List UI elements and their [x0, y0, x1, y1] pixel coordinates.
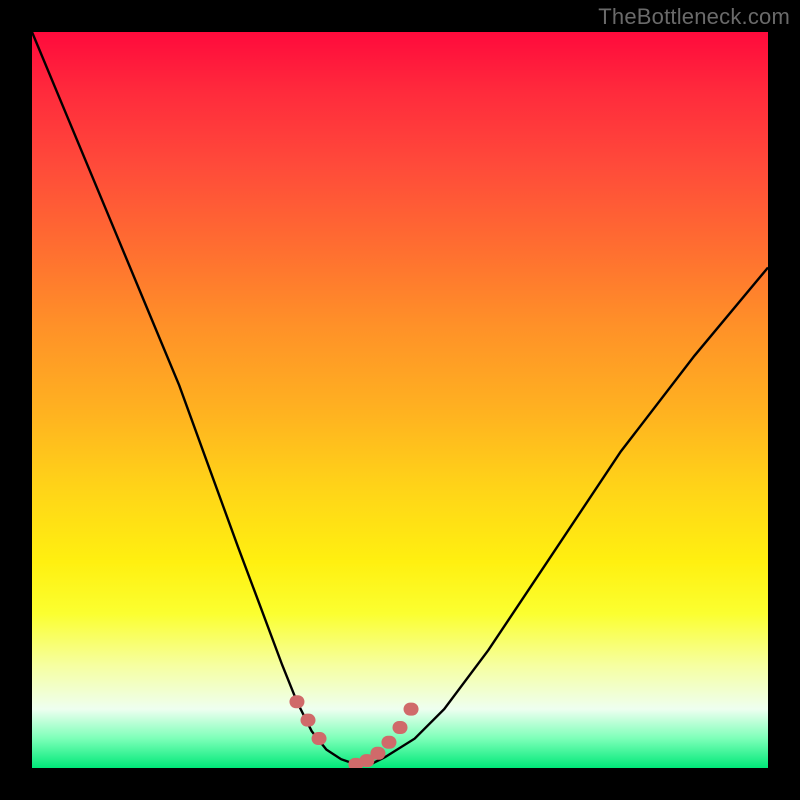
curve-layer	[32, 32, 768, 768]
plot-area	[32, 32, 768, 768]
frame: TheBottleneck.com	[0, 0, 800, 800]
bottleneck-curve	[32, 32, 768, 764]
attribution-label: TheBottleneck.com	[598, 4, 790, 30]
